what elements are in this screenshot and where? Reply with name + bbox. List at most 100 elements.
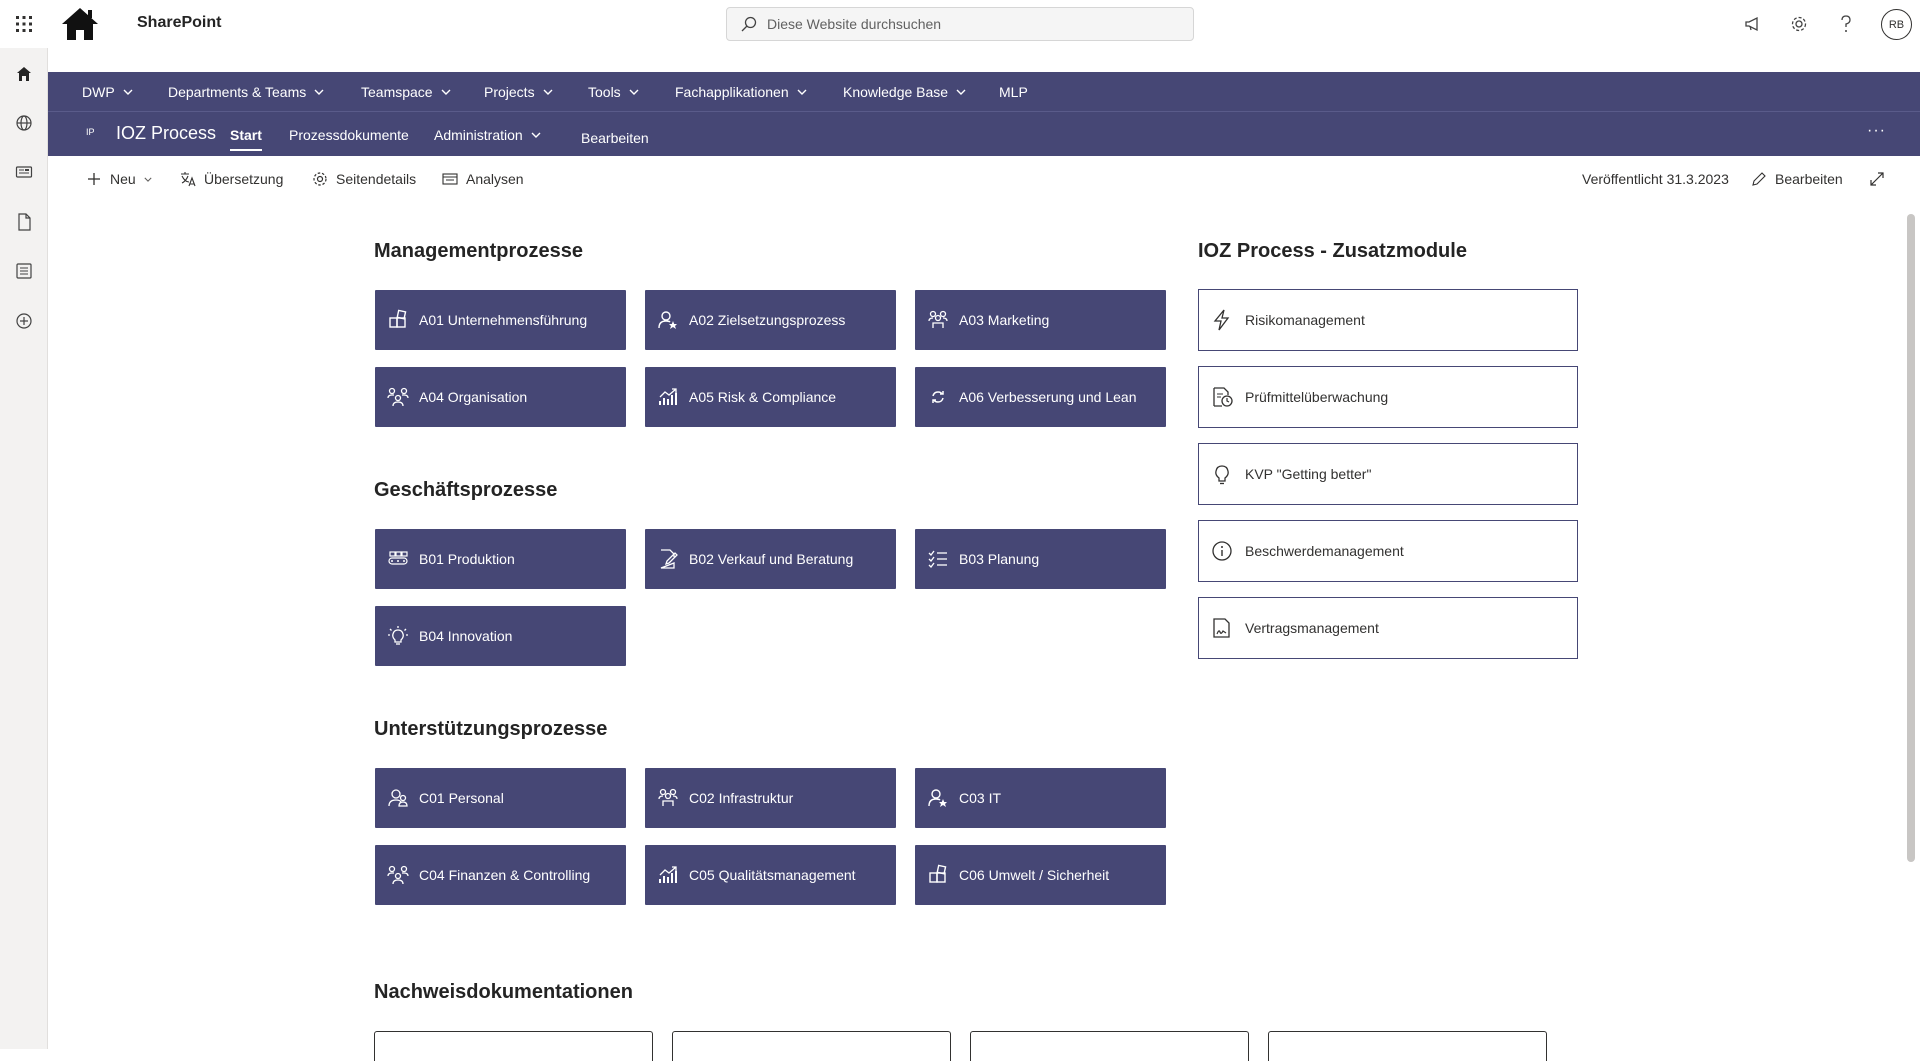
module-risk[interactable]: Risikomanagement xyxy=(1198,289,1578,351)
chevron-down-icon xyxy=(797,89,807,95)
tile-a03[interactable]: A03 Marketing xyxy=(915,290,1166,350)
add-icon xyxy=(88,173,100,185)
hub-nav-departments[interactable]: Departments & Teams xyxy=(168,72,324,111)
site-nav-start[interactable]: Start xyxy=(230,112,262,157)
checklist-icon xyxy=(928,550,947,568)
tile-b04[interactable]: B04 Innovation xyxy=(375,606,626,666)
conveyor-icon xyxy=(388,551,408,565)
tile-c06[interactable]: C06 Umwelt / Sicherheit xyxy=(915,845,1166,905)
lightbulb-icon xyxy=(1215,465,1229,485)
search-input[interactable] xyxy=(767,16,1167,32)
home-icon[interactable] xyxy=(12,62,36,86)
document-clock-icon xyxy=(1213,387,1233,407)
building-blocks-icon xyxy=(389,309,407,328)
site-nav-prozessdokumente[interactable]: Prozessdokumente xyxy=(289,112,409,157)
site-nav-edit[interactable]: Bearbeiten xyxy=(581,115,649,160)
search-icon xyxy=(741,16,757,32)
news-icon[interactable] xyxy=(12,160,36,184)
site-header: IP IOZ Process Start Prozessdokumente Ad… xyxy=(48,111,1920,156)
site-nav-administration[interactable]: Administration xyxy=(434,112,541,157)
more-options-icon[interactable]: ··· xyxy=(1867,122,1886,140)
module-contracts[interactable]: Vertragsmanagement xyxy=(1198,597,1578,659)
chart-growth-icon xyxy=(659,866,677,883)
people-icon xyxy=(388,789,408,807)
page-details-button[interactable]: Seitendetails xyxy=(312,156,416,202)
tile-b03[interactable]: B03 Planung xyxy=(915,529,1166,589)
flash-icon xyxy=(1213,309,1230,331)
analytics-icon xyxy=(442,173,458,185)
help-icon[interactable] xyxy=(1834,12,1858,36)
hub-nav-knowledge-base[interactable]: Knowledge Base xyxy=(843,72,966,111)
site-logo[interactable]: IP xyxy=(86,127,95,137)
translate-icon xyxy=(181,172,196,187)
translation-button[interactable]: Übersetzung xyxy=(180,156,283,202)
document-icon[interactable] xyxy=(12,210,36,234)
expand-icon[interactable] xyxy=(1869,156,1893,202)
hub-nav: DWP Departments & Teams Teamspace Projec… xyxy=(48,72,1920,111)
module-test-equipment[interactable]: Prüfmittelüberwachung xyxy=(1198,366,1578,428)
evidence-card[interactable] xyxy=(374,1031,653,1061)
document-signature-icon xyxy=(1213,618,1230,638)
building-blocks-icon xyxy=(929,864,947,883)
tile-a05[interactable]: A05 Risk & Compliance xyxy=(645,367,896,427)
hub-nav-fachapplikationen[interactable]: Fachapplikationen xyxy=(675,72,807,111)
create-icon[interactable] xyxy=(12,309,36,333)
tile-a06[interactable]: A06 Verbesserung und Lean xyxy=(915,367,1166,427)
tile-c04[interactable]: C04 Finanzen & Controlling xyxy=(375,845,626,905)
section-title-evidence: Nachweisdokumentationen xyxy=(374,981,633,1003)
chevron-down-icon xyxy=(314,89,324,95)
hub-nav-tools[interactable]: Tools xyxy=(588,72,639,111)
avatar[interactable]: RB xyxy=(1881,9,1912,40)
hub-nav-teamspace[interactable]: Teamspace xyxy=(361,72,451,111)
hub-nav-mlp[interactable]: MLP xyxy=(999,72,1028,111)
tile-c03[interactable]: C03 IT xyxy=(915,768,1166,828)
info-icon xyxy=(1212,541,1232,561)
section-title-business: Geschäftsprozesse xyxy=(374,479,558,501)
site-title[interactable]: IOZ Process xyxy=(116,123,216,144)
tile-c05[interactable]: C05 Qualitätsmanagement xyxy=(645,845,896,905)
chevron-down-icon xyxy=(629,89,639,95)
analytics-button[interactable]: Analysen xyxy=(442,156,524,202)
tile-c01[interactable]: C01 Personal xyxy=(375,768,626,828)
tile-a01[interactable]: A01 Unternehmensführung xyxy=(375,290,626,350)
globe-icon[interactable] xyxy=(12,111,36,135)
evidence-card[interactable] xyxy=(1268,1031,1547,1061)
suite-bar: SharePoint RB xyxy=(0,0,1920,48)
scrollbar[interactable] xyxy=(1903,202,1920,1049)
home-logo-icon[interactable] xyxy=(60,6,100,42)
scrollbar-thumb[interactable] xyxy=(1907,214,1915,862)
evidence-card[interactable] xyxy=(672,1031,951,1061)
hub-nav-dwp[interactable]: DWP xyxy=(82,72,133,111)
chevron-down-icon xyxy=(543,89,553,95)
module-complaints[interactable]: Beschwerdemanagement xyxy=(1198,520,1578,582)
people-team-icon xyxy=(658,788,678,806)
chart-growth-icon xyxy=(659,388,677,405)
app-launcher-icon[interactable] xyxy=(0,0,48,48)
hub-nav-projects[interactable]: Projects xyxy=(484,72,553,111)
chevron-down-icon xyxy=(144,177,152,182)
command-bar: Neu Übersetzung Seitendetails Analysen V… xyxy=(48,156,1920,202)
section-title-management: Managementprozesse xyxy=(374,240,583,262)
app-name[interactable]: SharePoint xyxy=(137,14,221,32)
tile-a04[interactable]: A04 Organisation xyxy=(375,367,626,427)
new-button[interactable]: Neu xyxy=(86,156,152,202)
people-team-icon xyxy=(928,310,948,328)
edit-button[interactable]: Bearbeiten xyxy=(1751,156,1843,202)
chevron-down-icon xyxy=(956,89,966,95)
gear-icon xyxy=(313,172,327,186)
list-icon[interactable] xyxy=(12,259,36,283)
megaphone-icon[interactable] xyxy=(1741,12,1765,36)
tile-b01[interactable]: B01 Produktion xyxy=(375,529,626,589)
tile-b02[interactable]: B02 Verkauf und Beratung xyxy=(645,529,896,589)
tile-a02[interactable]: A02 Zielsetzungsprozess xyxy=(645,290,896,350)
tile-c02[interactable]: C02 Infrastruktur xyxy=(645,768,896,828)
search-box[interactable] xyxy=(726,7,1194,41)
evidence-card[interactable] xyxy=(970,1031,1249,1061)
person-star-icon xyxy=(658,311,677,329)
person-star-icon xyxy=(928,789,947,807)
chevron-down-icon xyxy=(123,89,133,95)
pencil-icon xyxy=(1752,172,1766,186)
module-kvp[interactable]: KVP "Getting better" xyxy=(1198,443,1578,505)
gear-icon[interactable] xyxy=(1787,12,1811,36)
org-people-icon xyxy=(387,387,409,407)
